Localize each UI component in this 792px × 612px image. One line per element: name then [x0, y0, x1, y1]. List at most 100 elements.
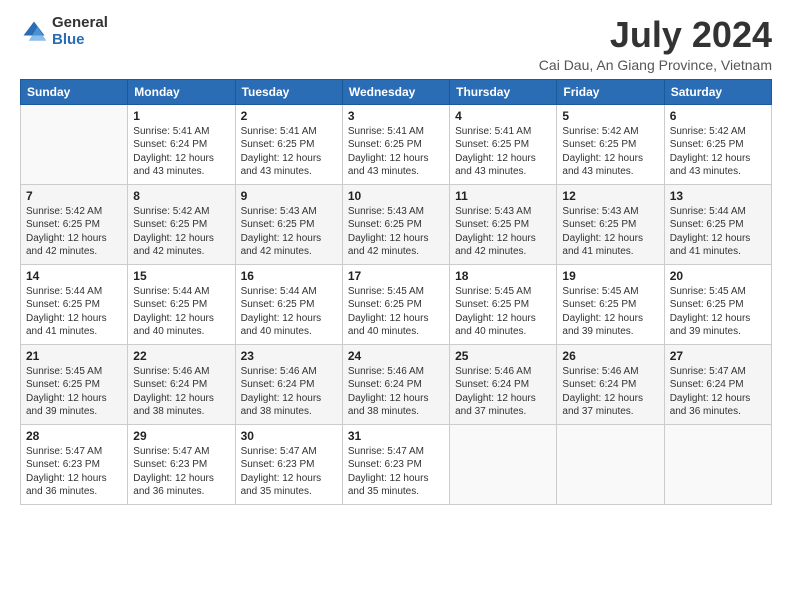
day-number: 1: [133, 109, 229, 123]
day-number: 26: [562, 349, 658, 363]
day-number: 16: [241, 269, 337, 283]
day-info: Sunrise: 5:45 AM Sunset: 6:25 PM Dayligh…: [670, 285, 766, 339]
logo: General Blue: [20, 15, 108, 48]
logo-blue-text: Blue: [52, 32, 108, 49]
calendar-cell-w1-d7: 6 Sunrise: 5:42 AM Sunset: 6:25 PM Daylig…: [664, 104, 771, 184]
day-info: Sunrise: 5:43 AM Sunset: 6:25 PM Dayligh…: [241, 205, 337, 259]
day-info: Sunrise: 5:46 AM Sunset: 6:24 PM Dayligh…: [348, 365, 444, 419]
calendar-cell-w4-d7: 27 Sunrise: 5:47 AM Sunset: 6:24 PM Dayli…: [664, 344, 771, 424]
calendar-week-1: 1 Sunrise: 5:41 AM Sunset: 6:24 PM Daylig…: [21, 104, 772, 184]
day-number: 20: [670, 269, 766, 283]
day-info: Sunrise: 5:47 AM Sunset: 6:24 PM Dayligh…: [670, 365, 766, 419]
calendar-cell-w4-d2: 22 Sunrise: 5:46 AM Sunset: 6:24 PM Dayli…: [128, 344, 235, 424]
day-number: 19: [562, 269, 658, 283]
col-saturday: Saturday: [664, 79, 771, 104]
logo-icon: [20, 18, 48, 46]
calendar-cell-w1-d5: 4Sunrise: 5:41 AM Sunset: 6:25 PM Daylig…: [450, 104, 557, 184]
day-info: Sunrise: 5:43 AM Sunset: 6:25 PM Dayligh…: [562, 205, 658, 259]
day-info: Sunrise: 5:41 AM Sunset: 6:25 PM Dayligh…: [241, 125, 337, 179]
calendar-cell-w2-d4: 10Sunrise: 5:43 AM Sunset: 6:25 PM Dayli…: [342, 184, 449, 264]
day-number: 13: [670, 189, 766, 203]
day-number: 25: [455, 349, 551, 363]
day-info: Sunrise: 5:46 AM Sunset: 6:24 PM Dayligh…: [562, 365, 658, 419]
day-number: 15: [133, 269, 229, 283]
day-number: 28: [26, 429, 122, 443]
calendar-cell-w1-d1: [21, 104, 128, 184]
day-number: 31: [348, 429, 444, 443]
day-number: 11: [455, 189, 551, 203]
calendar-week-5: 28 Sunrise: 5:47 AM Sunset: 6:23 PM Dayli…: [21, 424, 772, 504]
day-info: Sunrise: 5:43 AM Sunset: 6:25 PM Dayligh…: [455, 205, 551, 259]
day-number: 30: [241, 429, 337, 443]
calendar-cell-w2-d7: 13 Sunrise: 5:44 AM Sunset: 6:25 PM Dayli…: [664, 184, 771, 264]
day-info: Sunrise: 5:44 AM Sunset: 6:25 PM Dayligh…: [26, 285, 122, 339]
calendar-cell-w4-d4: 24 Sunrise: 5:46 AM Sunset: 6:24 PM Dayli…: [342, 344, 449, 424]
day-info: Sunrise: 5:45 AM Sunset: 6:25 PM Dayligh…: [26, 365, 122, 419]
calendar-cell-w2-d1: 7 Sunrise: 5:42 AM Sunset: 6:25 PM Daylig…: [21, 184, 128, 264]
day-info: Sunrise: 5:42 AM Sunset: 6:25 PM Dayligh…: [133, 205, 229, 259]
day-info: Sunrise: 5:47 AM Sunset: 6:23 PM Dayligh…: [26, 445, 122, 499]
calendar-cell-w5-d4: 31Sunrise: 5:47 AM Sunset: 6:23 PM Dayli…: [342, 424, 449, 504]
calendar-table: Sunday Monday Tuesday Wednesday Thursday…: [20, 79, 772, 505]
col-friday: Friday: [557, 79, 664, 104]
title-block: July 2024 Cai Dau, An Giang Province, Vi…: [539, 15, 772, 73]
col-wednesday: Wednesday: [342, 79, 449, 104]
calendar-cell-w2-d3: 9 Sunrise: 5:43 AM Sunset: 6:25 PM Daylig…: [235, 184, 342, 264]
day-info: Sunrise: 5:42 AM Sunset: 6:25 PM Dayligh…: [562, 125, 658, 179]
day-number: 29: [133, 429, 229, 443]
day-info: Sunrise: 5:47 AM Sunset: 6:23 PM Dayligh…: [133, 445, 229, 499]
day-number: 24: [348, 349, 444, 363]
calendar-cell-w2-d5: 11 Sunrise: 5:43 AM Sunset: 6:25 PM Dayli…: [450, 184, 557, 264]
day-number: 14: [26, 269, 122, 283]
day-number: 8: [133, 189, 229, 203]
day-info: Sunrise: 5:45 AM Sunset: 6:25 PM Dayligh…: [562, 285, 658, 339]
day-number: 27: [670, 349, 766, 363]
day-number: 5: [562, 109, 658, 123]
day-number: 17: [348, 269, 444, 283]
col-tuesday: Tuesday: [235, 79, 342, 104]
day-number: 21: [26, 349, 122, 363]
calendar-cell-w1-d2: 1 Sunrise: 5:41 AM Sunset: 6:24 PM Daylig…: [128, 104, 235, 184]
calendar-header-row: Sunday Monday Tuesday Wednesday Thursday…: [21, 79, 772, 104]
calendar-cell-w3-d3: 16 Sunrise: 5:44 AM Sunset: 6:25 PM Dayli…: [235, 264, 342, 344]
calendar-cell-w4-d6: 26 Sunrise: 5:46 AM Sunset: 6:24 PM Dayli…: [557, 344, 664, 424]
day-number: 6: [670, 109, 766, 123]
day-number: 9: [241, 189, 337, 203]
calendar-week-2: 7 Sunrise: 5:42 AM Sunset: 6:25 PM Daylig…: [21, 184, 772, 264]
calendar-cell-w5-d2: 29 Sunrise: 5:47 AM Sunset: 6:23 PM Dayli…: [128, 424, 235, 504]
day-number: 23: [241, 349, 337, 363]
calendar-cell-w3-d1: 14 Sunrise: 5:44 AM Sunset: 6:25 PM Dayli…: [21, 264, 128, 344]
logo-general-text: General: [52, 15, 108, 32]
day-info: Sunrise: 5:42 AM Sunset: 6:25 PM Dayligh…: [670, 125, 766, 179]
day-number: 7: [26, 189, 122, 203]
logo-text: General Blue: [52, 15, 108, 48]
col-monday: Monday: [128, 79, 235, 104]
calendar-cell-w4-d5: 25 Sunrise: 5:46 AM Sunset: 6:24 PM Dayli…: [450, 344, 557, 424]
calendar-cell-w5-d5: [450, 424, 557, 504]
calendar-cell-w3-d6: 19 Sunrise: 5:45 AM Sunset: 6:25 PM Dayli…: [557, 264, 664, 344]
day-info: Sunrise: 5:45 AM Sunset: 6:25 PM Dayligh…: [455, 285, 551, 339]
day-info: Sunrise: 5:42 AM Sunset: 6:25 PM Dayligh…: [26, 205, 122, 259]
day-info: Sunrise: 5:44 AM Sunset: 6:25 PM Dayligh…: [241, 285, 337, 339]
calendar-page: General Blue July 2024 Cai Dau, An Giang…: [0, 0, 792, 612]
calendar-cell-w1-d4: 3Sunrise: 5:41 AM Sunset: 6:25 PM Daylig…: [342, 104, 449, 184]
day-number: 2: [241, 109, 337, 123]
day-info: Sunrise: 5:47 AM Sunset: 6:23 PM Dayligh…: [241, 445, 337, 499]
day-number: 22: [133, 349, 229, 363]
calendar-cell-w2-d6: 12Sunrise: 5:43 AM Sunset: 6:25 PM Dayli…: [557, 184, 664, 264]
header: General Blue July 2024 Cai Dau, An Giang…: [20, 15, 772, 73]
calendar-cell-w3-d7: 20 Sunrise: 5:45 AM Sunset: 6:25 PM Dayli…: [664, 264, 771, 344]
calendar-cell-w5-d1: 28 Sunrise: 5:47 AM Sunset: 6:23 PM Dayli…: [21, 424, 128, 504]
day-number: 18: [455, 269, 551, 283]
day-info: Sunrise: 5:41 AM Sunset: 6:24 PM Dayligh…: [133, 125, 229, 179]
calendar-cell-w5-d3: 30 Sunrise: 5:47 AM Sunset: 6:23 PM Dayli…: [235, 424, 342, 504]
day-info: Sunrise: 5:43 AM Sunset: 6:25 PM Dayligh…: [348, 205, 444, 259]
day-info: Sunrise: 5:46 AM Sunset: 6:24 PM Dayligh…: [133, 365, 229, 419]
calendar-cell-w4-d3: 23Sunrise: 5:46 AM Sunset: 6:24 PM Dayli…: [235, 344, 342, 424]
calendar-cell-w5-d7: [664, 424, 771, 504]
subtitle: Cai Dau, An Giang Province, Vietnam: [539, 57, 772, 73]
col-thursday: Thursday: [450, 79, 557, 104]
day-info: Sunrise: 5:46 AM Sunset: 6:24 PM Dayligh…: [455, 365, 551, 419]
day-info: Sunrise: 5:44 AM Sunset: 6:25 PM Dayligh…: [670, 205, 766, 259]
calendar-cell-w3-d4: 17Sunrise: 5:45 AM Sunset: 6:25 PM Dayli…: [342, 264, 449, 344]
